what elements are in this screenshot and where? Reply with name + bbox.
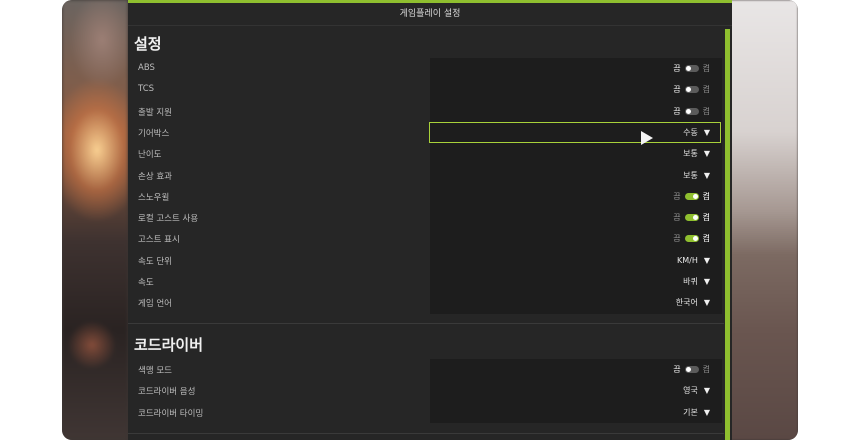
mouse-cursor-icon — [641, 131, 653, 145]
setting-label: ABS — [138, 63, 155, 73]
setting-label: 출발 지원 — [138, 107, 172, 118]
dropdown-control[interactable]: 보통 ▼ — [683, 165, 710, 186]
setting-label: 스노우윌 — [138, 192, 170, 203]
toggle-on-label: 켬 — [702, 64, 710, 73]
toggle-track[interactable] — [684, 86, 699, 94]
toggle-on-label: 켬 — [702, 191, 710, 201]
toggle-off-label: 끔 — [673, 234, 681, 244]
dropdown-control[interactable]: 기본 ▼ — [683, 402, 710, 423]
section-title: 설정 — [134, 35, 162, 53]
toggle-control[interactable]: 끔켬 — [673, 207, 710, 228]
setting-label: 속도 — [138, 278, 154, 288]
toggle-control[interactable]: 끔켬 — [673, 186, 710, 207]
toggle-switch[interactable]: 끔켬 — [673, 101, 710, 122]
chevron-down-icon: ▼ — [703, 277, 710, 286]
toggle-track[interactable] — [684, 107, 699, 115]
toggle-off-label: 끔 — [673, 106, 681, 116]
chevron-down-icon: ▼ — [703, 298, 710, 308]
toggle-on-label: 켬 — [702, 85, 710, 95]
toggle-control[interactable]: 끔켬 — [673, 58, 710, 79]
toggle-track[interactable] — [684, 235, 699, 243]
chevron-down-icon: ▼ — [703, 170, 710, 180]
toggle-knob — [692, 215, 698, 221]
chevron-down-icon: ▼ — [703, 255, 710, 265]
toggle-knob — [685, 87, 691, 93]
toggle-switch[interactable]: 끔켬 — [673, 58, 710, 79]
toggle-knob — [685, 66, 691, 71]
dropdown-control[interactable]: 영국 ▼ — [683, 380, 710, 401]
toggle-track[interactable] — [684, 65, 699, 72]
setting-label: 게임 언어 — [138, 299, 172, 310]
dropdown-value: KM/H — [676, 255, 698, 265]
toggle-knob — [685, 367, 691, 372]
section-divider — [128, 433, 724, 434]
chevron-down-icon: ▼ — [703, 407, 710, 417]
toggle-on-label: 켬 — [702, 213, 710, 223]
toggle-track[interactable] — [684, 366, 699, 373]
divider — [128, 25, 732, 26]
chevron-down-icon: ▼ — [703, 386, 710, 396]
focused-row-highlight — [429, 122, 721, 143]
toggle-on-label: 켬 — [702, 234, 710, 244]
background-scene-right — [728, 0, 798, 440]
dropdown-value: 바퀴 — [683, 277, 698, 286]
scrollbar[interactable] — [725, 29, 730, 440]
dropdown-control[interactable]: 한국어 ▼ — [676, 292, 710, 313]
toggle-track[interactable] — [684, 192, 699, 200]
game-window: 게임플레이 설정 설정 ABS 끔 켬 TCS 끔 켬 출발 지원 끔 켬 기어박스 수동 ▼ 난이도 보통… — [62, 0, 798, 440]
dropdown-control[interactable]: 보통 ▼ — [683, 143, 710, 164]
background-scene-left — [62, 0, 128, 440]
setting-label: 코드라이버 음성 — [138, 387, 196, 398]
chevron-down-icon: ▼ — [703, 149, 710, 159]
toggle-on-label: 켬 — [702, 106, 710, 116]
toggle-switch[interactable]: 끔켬 — [673, 228, 710, 249]
toggle-knob — [692, 193, 698, 199]
setting-label: 손상 효과 — [138, 171, 172, 182]
toggle-switch[interactable]: 끔켬 — [673, 359, 710, 380]
toggle-control[interactable]: 끔켬 — [673, 79, 710, 100]
toggle-on-label: 켬 — [702, 365, 710, 374]
dropdown-control[interactable]: KM/H ▼ — [677, 250, 710, 271]
setting-label: 코드라이버 타이밍 — [138, 408, 204, 419]
setting-label: 고스트 표시 — [138, 235, 180, 246]
dropdown-value: 한국어 — [675, 298, 698, 308]
toggle-switch[interactable]: 끔켬 — [673, 207, 710, 228]
setting-label: 속도 단위 — [138, 256, 172, 267]
dropdown-value: 영국 — [683, 386, 698, 396]
dropdown-value: 기본 — [683, 407, 698, 417]
setting-label: 로컬 고스트 사용 — [138, 214, 199, 225]
toggle-knob — [692, 236, 698, 242]
toggle-switch[interactable]: 끔켬 — [673, 186, 710, 207]
setting-label: 기어박스 — [138, 128, 170, 139]
toggle-track[interactable] — [684, 214, 699, 222]
setting-label: 난이도 — [138, 150, 162, 161]
toggle-control[interactable]: 끔켬 — [673, 359, 710, 380]
gameplay-settings-panel: 게임플레이 설정 설정 ABS 끔 켬 TCS 끔 켬 출발 지원 끔 켬 기어박스 수동 ▼ 난이도 보통… — [128, 0, 732, 440]
toggle-control[interactable]: 끔켬 — [673, 101, 710, 122]
toggle-control[interactable]: 끔켬 — [673, 228, 710, 249]
toggle-off-label: 끔 — [673, 191, 681, 201]
setting-label: TCS — [138, 84, 155, 95]
section-divider — [128, 323, 724, 324]
dropdown-value: 보통 — [683, 170, 698, 180]
toggle-switch[interactable]: 끔켬 — [673, 79, 710, 100]
panel-title: 게임플레이 설정 — [399, 9, 461, 19]
section-title: 코드라이버 — [134, 336, 204, 354]
dropdown-control[interactable]: 바퀴 ▼ — [683, 271, 710, 292]
setting-label: 색맹 모드 — [138, 366, 172, 376]
toggle-off-label: 끔 — [673, 85, 681, 95]
dropdown-value: 보통 — [683, 149, 698, 159]
toggle-off-label: 끔 — [673, 365, 681, 374]
toggle-knob — [685, 108, 691, 114]
toggle-off-label: 끔 — [673, 213, 681, 223]
toggle-off-label: 끔 — [673, 64, 681, 73]
